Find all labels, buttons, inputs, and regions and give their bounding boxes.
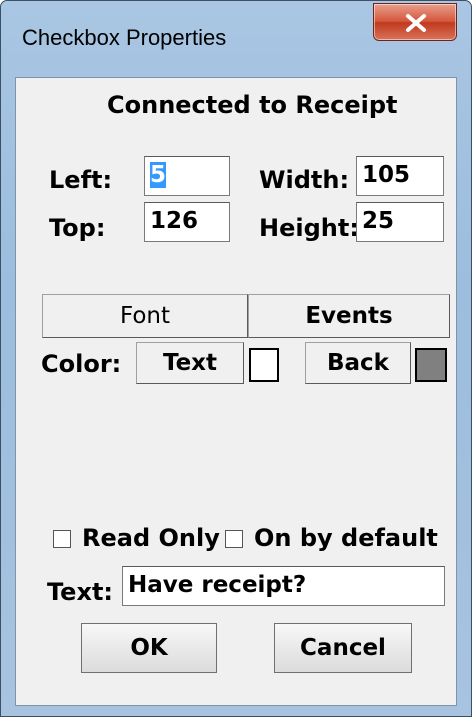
font-button[interactable]: Font bbox=[42, 294, 248, 338]
read-only-label: Read Only bbox=[82, 524, 220, 552]
top-label: Top: bbox=[49, 214, 106, 242]
width-label: Width: bbox=[259, 166, 350, 194]
height-label: Height: bbox=[259, 214, 359, 242]
text-input[interactable]: Have receipt? bbox=[122, 566, 445, 606]
left-label: Left: bbox=[49, 166, 113, 194]
color-label: Color: bbox=[41, 350, 122, 378]
top-input[interactable]: 126 bbox=[144, 202, 230, 242]
events-button[interactable]: Events bbox=[248, 294, 450, 338]
back-color-swatch[interactable] bbox=[415, 348, 447, 382]
close-icon bbox=[406, 14, 426, 32]
width-input[interactable]: 105 bbox=[356, 156, 444, 196]
back-color-button[interactable]: Back bbox=[305, 342, 411, 384]
title-bar[interactable]: Checkbox Properties bbox=[1, 1, 471, 81]
connected-label: Connected to Receipt bbox=[107, 91, 398, 119]
on-by-default-checkbox[interactable] bbox=[225, 530, 243, 548]
on-by-default-label: On by default bbox=[254, 524, 438, 552]
text-color-button[interactable]: Text bbox=[136, 342, 244, 384]
height-input[interactable]: 25 bbox=[356, 202, 444, 242]
window-title: Checkbox Properties bbox=[22, 25, 227, 50]
text-color-swatch[interactable] bbox=[249, 348, 279, 382]
ok-button[interactable]: OK bbox=[81, 623, 217, 673]
close-button[interactable] bbox=[373, 3, 457, 41]
text-label: Text: bbox=[47, 578, 114, 606]
cancel-button[interactable]: Cancel bbox=[274, 623, 412, 673]
dialog-window: Checkbox Properties Connected to Receipt… bbox=[0, 0, 472, 717]
read-only-checkbox[interactable] bbox=[53, 530, 71, 548]
left-input[interactable]: 5 bbox=[144, 156, 230, 196]
dialog-body: Connected to Receipt Left: 5 Width: 105 … bbox=[15, 77, 457, 706]
